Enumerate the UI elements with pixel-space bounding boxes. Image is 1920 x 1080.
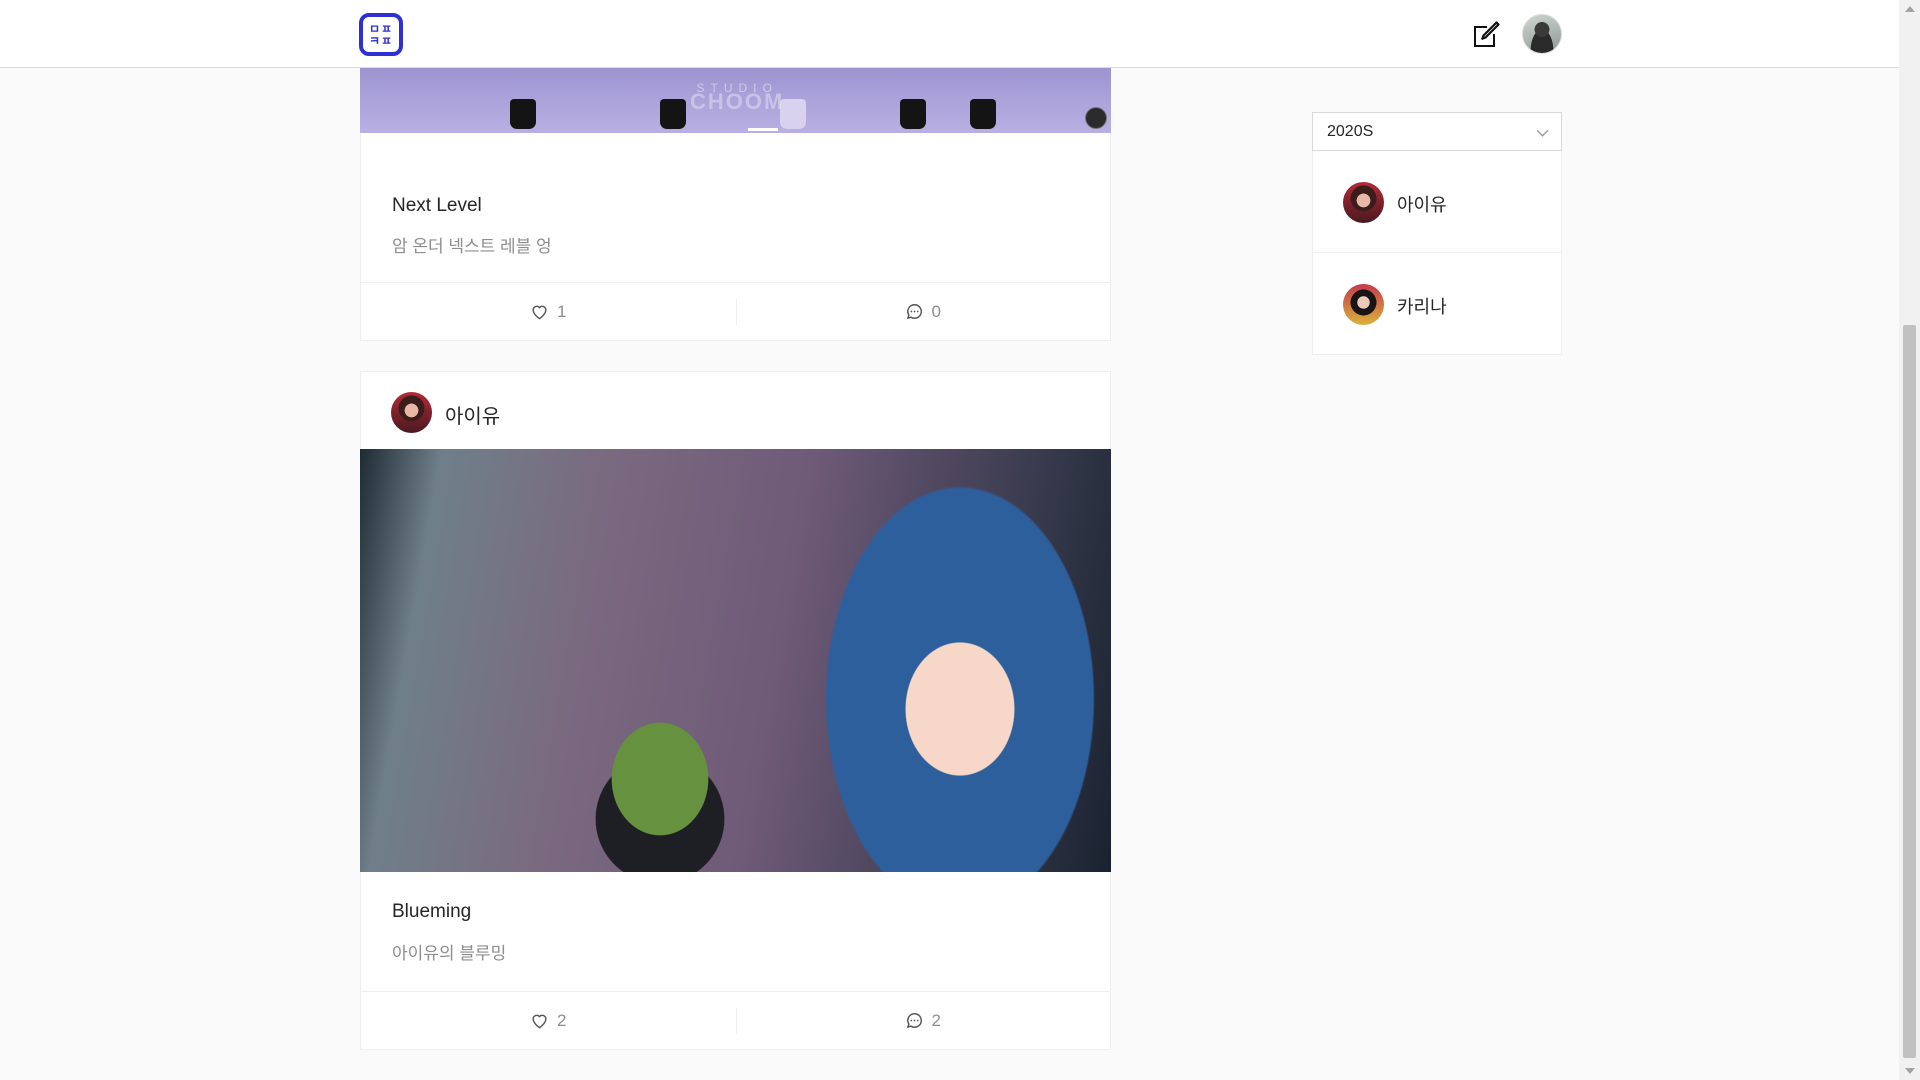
like-button[interactable]: 2 [361, 992, 736, 1049]
scrollbar-thumb[interactable] [1903, 325, 1916, 1058]
like-count: 1 [557, 301, 567, 321]
post-image[interactable] [360, 449, 1111, 872]
post-description: 암 온더 넥스트 레블 엉 [392, 237, 552, 256]
new-post-button[interactable] [1470, 19, 1502, 51]
author-name[interactable]: 아이유 [445, 400, 500, 429]
edit-icon [1474, 21, 1500, 47]
comment-icon [906, 304, 922, 319]
logo-text: ㅁㅍ ㅋㅍ [368, 21, 394, 48]
chevron-down-icon [1536, 129, 1549, 137]
post-title[interactable]: Next Level [392, 195, 482, 217]
post-title[interactable]: Blueming [392, 901, 471, 923]
author-avatar[interactable] [391, 392, 432, 433]
boot-shape [900, 99, 926, 129]
artist-name: 아이유 [1397, 195, 1447, 215]
post-card: STUDIO CHOOM Next Level 암 온더 넥스트 레블 엉 1 … [360, 40, 1111, 341]
post-actions: 1 0 [361, 282, 1110, 340]
artist-name: 카리나 [1397, 297, 1447, 317]
artist-avatar [1343, 182, 1384, 223]
profile-avatar[interactable] [1522, 14, 1562, 54]
artist-item[interactable]: 카리나 [1313, 253, 1561, 355]
boot-shape [970, 99, 996, 129]
boot-shape [660, 99, 686, 129]
image-watermark: STUDIO CHOOM [690, 81, 785, 114]
app-logo[interactable]: ㅁㅍ ㅋㅍ [359, 13, 403, 56]
heart-icon [532, 305, 547, 320]
heart-icon [532, 1014, 547, 1029]
like-count: 2 [557, 1010, 567, 1030]
comment-icon [906, 1013, 922, 1028]
comment-button[interactable]: 2 [735, 992, 1111, 1049]
post-description: 아이유의 블루밍 [392, 944, 507, 963]
era-select[interactable]: 2020S [1312, 112, 1562, 151]
carousel-indicator [748, 128, 778, 131]
like-button[interactable]: 1 [361, 283, 736, 340]
boot-shape [510, 99, 536, 129]
artist-list: 아이유 카리나 [1312, 151, 1562, 355]
artist-item[interactable]: 아이유 [1313, 151, 1561, 253]
scroll-down-arrow-icon[interactable] [1905, 1068, 1915, 1074]
post-actions: 2 2 [361, 991, 1110, 1049]
artist-avatar [1343, 284, 1384, 325]
comment-count: 2 [931, 1010, 941, 1030]
post-card: 아이유 Blueming 아이유의 블루밍 2 2 [360, 371, 1111, 1050]
comment-button[interactable]: 0 [735, 283, 1111, 340]
scroll-up-arrow-icon[interactable] [1905, 6, 1915, 12]
comment-count: 0 [931, 301, 941, 321]
era-select-value: 2020S [1327, 122, 1374, 140]
channel-badge [1085, 107, 1107, 129]
top-navbar: ㅁㅍ ㅋㅍ [0, 0, 1899, 68]
scrollbar[interactable] [1899, 0, 1920, 1080]
